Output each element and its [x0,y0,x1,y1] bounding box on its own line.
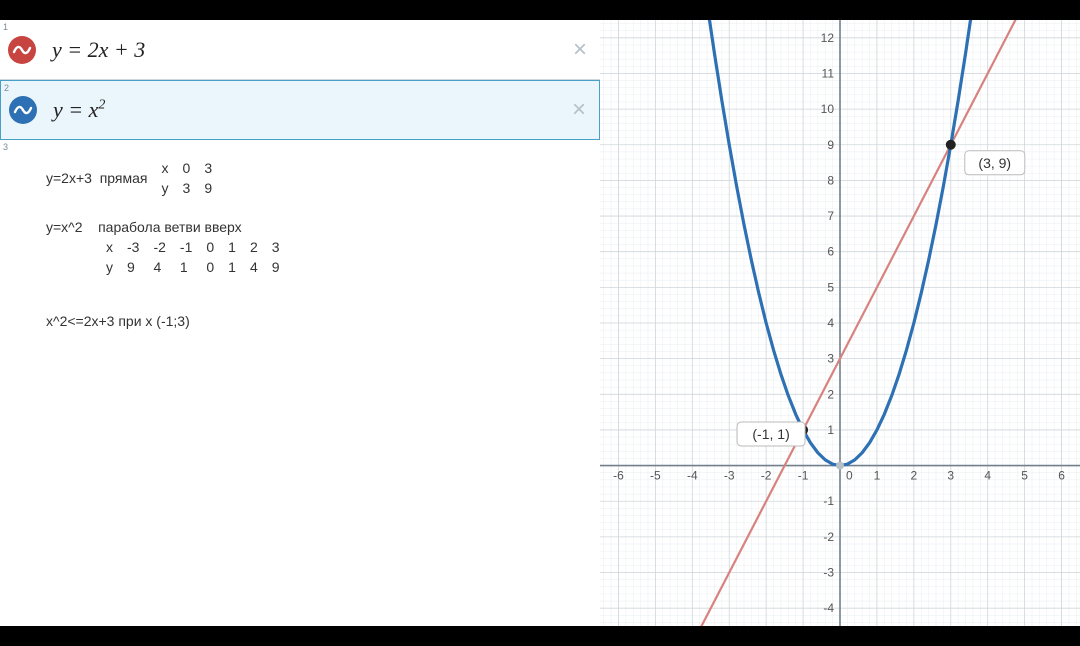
svg-text:5: 5 [1021,469,1028,483]
note-line-table: y=2x+3 прямая x 0 3 y 3 9 [46,158,226,199]
close-icon[interactable]: × [559,96,599,124]
expression-panel: 1 y = 2x + 3 × 2 y = x2 × 3 y=2x+3 пряма… [0,20,600,626]
svg-text:2: 2 [911,469,918,483]
graph-panel[interactable]: -6-5-4-3-2-10123456-4-3-2-11234567891011… [600,20,1080,626]
svg-text:-5: -5 [650,469,661,483]
note-line: y=2x+3 прямая x 0 3 y 3 9 [46,158,294,199]
svg-text:11: 11 [822,66,835,80]
note-parabola: y=x^2 парабола ветви вверх x -3 -2 -1 0 … [46,217,294,278]
expression-index: 2 [4,83,9,93]
expression-index: 3 [3,142,8,152]
svg-text:(3, 9): (3, 9) [978,155,1011,171]
main-area: 1 y = 2x + 3 × 2 y = x2 × 3 y=2x+3 пряма… [0,20,1080,626]
svg-text:-4: -4 [687,469,698,483]
svg-text:9: 9 [827,138,834,152]
svg-text:5: 5 [827,280,834,294]
expression-formula[interactable]: y = 2x + 3 [44,37,560,63]
svg-text:-2: -2 [761,469,772,483]
svg-text:-2: -2 [823,530,834,544]
expression-formula[interactable]: y = x2 [45,97,559,123]
svg-text:1: 1 [827,423,834,437]
expression-icon-cell[interactable] [0,36,44,64]
expression-row-2[interactable]: 2 y = x2 × [0,80,600,140]
svg-text:6: 6 [1058,469,1065,483]
svg-text:-4: -4 [823,601,834,615]
svg-text:-3: -3 [724,469,735,483]
svg-text:12: 12 [821,31,835,45]
note-conclusion: x^2<=2x+3 при x (-1;3) [46,311,294,331]
svg-text:-3: -3 [823,566,834,580]
svg-text:2: 2 [827,387,834,401]
graph-canvas[interactable]: -6-5-4-3-2-10123456-4-3-2-11234567891011… [600,20,1080,626]
svg-text:0: 0 [846,469,853,483]
svg-text:7: 7 [827,209,834,223]
svg-text:4: 4 [827,316,834,330]
wave-icon [9,96,37,124]
svg-text:10: 10 [821,102,835,116]
notes-block: y=2x+3 прямая x 0 3 y 3 9 y=x^2 па [0,140,304,360]
wave-icon [8,36,36,64]
svg-text:(-1, 1): (-1, 1) [752,426,789,442]
svg-text:-6: -6 [613,469,624,483]
expression-row-1[interactable]: 1 y = 2x + 3 × [0,20,600,80]
svg-text:-1: -1 [823,494,834,508]
svg-text:1: 1 [874,469,881,483]
letterbox-bottom [0,626,1080,646]
expression-row-3[interactable]: 3 y=2x+3 прямая x 0 3 y 3 9 [0,140,600,360]
note-parabola-table: x -3 -2 -1 0 1 2 3 y 9 [46,237,294,278]
expression-icon-cell[interactable] [1,96,45,124]
svg-text:3: 3 [947,469,954,483]
svg-text:6: 6 [827,245,834,259]
letterbox-top [0,0,1080,20]
svg-text:-1: -1 [798,469,809,483]
expression-index: 1 [3,22,8,32]
svg-text:4: 4 [984,469,991,483]
svg-text:3: 3 [827,352,834,366]
svg-text:8: 8 [827,173,834,187]
close-icon[interactable]: × [560,36,600,64]
